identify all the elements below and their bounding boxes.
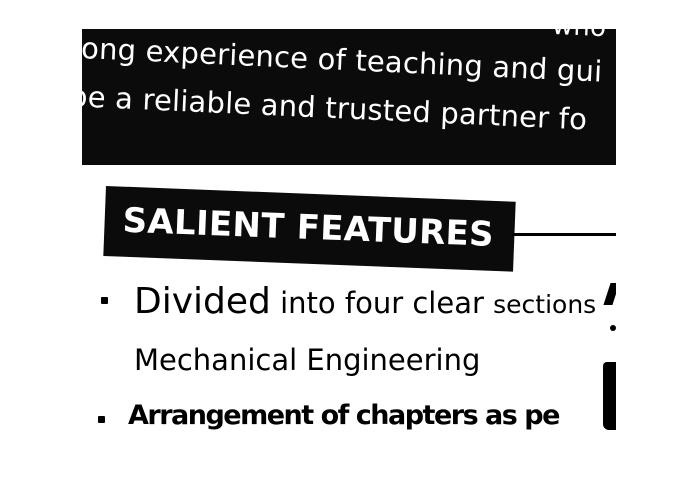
feature-item-2: Arrangement of chapters as pe [128, 400, 560, 431]
band-line-2: be a reliable and trusted partner fo [82, 79, 588, 137]
intro-text-band: who ha ong experience of teaching and gu… [82, 29, 616, 165]
feature-item-1: Divided into four clear sections [134, 281, 596, 322]
feature-item-1-word3: four clear [344, 286, 494, 320]
feature-item-1-word2: into [270, 286, 345, 320]
scan-artifact [603, 283, 616, 305]
feature-item-1-continuation: Mechanical Engineering [134, 343, 481, 377]
heading-rule [512, 233, 616, 236]
page-scan: who ha ong experience of teaching and gu… [0, 0, 616, 487]
scan-artifact [603, 362, 616, 430]
feature-item-1-word4: sections [493, 290, 597, 319]
feature-item-1-word1: Divided [134, 281, 271, 322]
section-heading-box: SALIENT FEATURES [103, 186, 516, 272]
bullet-icon [98, 416, 105, 423]
blank-margin [616, 0, 700, 487]
section-heading: SALIENT FEATURES [121, 200, 495, 255]
band-top-fragment: who ha [551, 29, 616, 45]
band-line-1: ong experience of teaching and gui [82, 31, 604, 89]
bullet-icon [101, 297, 108, 304]
